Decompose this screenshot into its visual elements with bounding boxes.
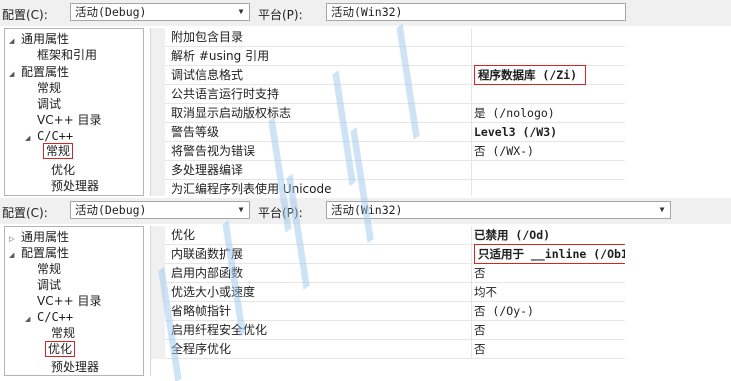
chevron-down-icon[interactable]: ▼ [235, 202, 247, 218]
tree-expanded-icon[interactable]: ◢ [25, 130, 37, 146]
tree-item-preprocessor[interactable]: 预处理器 [51, 178, 99, 194]
property-tree: ▷ 通用属性 ◢ 配置属性 常规 调试 VC++ 目录 ◢ C/C++ 常规 优化 预… [4, 226, 144, 376]
property-row[interactable]: 全程序优化否 [151, 340, 625, 359]
selected-node: 常规 [43, 143, 74, 159]
highlighted-value: 程序数据库 (/Zi) [474, 65, 587, 85]
tree-expanded-icon[interactable]: ◢ [25, 311, 37, 327]
tree-item-cpp[interactable]: ◢ C/C++ [25, 309, 73, 325]
chevron-down-icon[interactable]: ▼ [235, 4, 247, 20]
property-grid: 优化 已禁用 (/Od) 内联函数扩展 只适用于 __inline (/Ob1) 启… [150, 226, 625, 376]
property-row[interactable]: 内联函数扩展 只适用于 __inline (/Ob1) [151, 244, 625, 264]
tree-item-debugging[interactable]: 调试 [37, 277, 61, 293]
property-row[interactable]: 启用内部函数否 [151, 264, 625, 283]
property-row[interactable]: 多处理器编译 [151, 161, 625, 180]
tree-item-common-props[interactable]: ◢ 通用属性 [9, 31, 69, 47]
configuration-dropdown[interactable]: 活动(Debug) ▼ [70, 3, 250, 21]
configuration-label: 配置(C): [2, 8, 48, 22]
tree-item-cpp-optimization[interactable]: 优化 [45, 341, 76, 359]
tree-item-common-props[interactable]: ▷ 通用属性 [9, 229, 69, 245]
tree-item-debugging[interactable]: 调试 [37, 96, 61, 112]
property-row[interactable]: 启用纤程安全优化否 [151, 321, 625, 340]
tree-item-config-props[interactable]: ◢ 配置属性 [9, 245, 69, 261]
configuration-bar: 配置(C): 活动(Debug) ▼ 平台(P): 活动(Win32) [0, 0, 731, 26]
tree-item-cpp-optimization[interactable]: 优化 [51, 162, 75, 178]
tree-expanded-icon[interactable]: ◢ [9, 66, 21, 82]
tree-item-cpp[interactable]: ◢ C/C++ [25, 128, 73, 144]
property-row[interactable]: 将警告视为错误否 (/WX-) [151, 142, 625, 161]
configuration-bar: 配置(C): 活动(Debug) ▼ 平台(P): 活动(Win32) ▼ [0, 198, 731, 224]
tree-item-general[interactable]: 常规 [37, 80, 61, 96]
platform-dropdown[interactable]: 活动(Win32) [326, 3, 626, 21]
tree-item-preprocessor[interactable]: 预处理器 [51, 359, 99, 375]
tree-item-general[interactable]: 常规 [37, 261, 61, 277]
property-row[interactable]: 公共语言运行时支持 [151, 85, 625, 104]
selected-node: 优化 [45, 341, 76, 357]
property-row[interactable]: 附加包含目录 [151, 28, 625, 47]
platform-value: 活动(Win32) [331, 5, 403, 19]
tree-item-framework[interactable]: 框架和引用 [37, 47, 97, 63]
tree-item-config-props[interactable]: ◢ 配置属性 [9, 64, 69, 80]
property-row[interactable]: 优选大小或速度 均不 [151, 283, 625, 302]
tree-expanded-icon[interactable]: ◢ [9, 33, 21, 49]
platform-value: 活动(Win32) [331, 203, 403, 217]
tree-expanded-icon[interactable]: ◢ [9, 247, 21, 263]
platform-dropdown[interactable]: 活动(Win32) ▼ [326, 201, 671, 219]
property-row[interactable]: 省略帧指针否 (/Oy-) [151, 302, 625, 321]
property-row[interactable]: 为汇编程序列表使用 Unicode [151, 180, 625, 196]
property-grid: 附加包含目录 解析 #using 引用 调试信息格式 程序数据库 (/Zi) 公共… [150, 28, 625, 196]
configuration-value: 活动(Debug) [75, 203, 147, 217]
tree-item-cpp-general[interactable]: 常规 [43, 143, 74, 161]
property-tree: ◢ 通用属性 框架和引用 ◢ 配置属性 常规 调试 VC++ 目录 ◢ C/C++ 常… [4, 28, 144, 196]
property-pages-top: 配置(C): 活动(Debug) ▼ 平台(P): 活动(Win32) ◢ 通用属… [0, 0, 731, 196]
tree-item-vc-dirs[interactable]: VC++ 目录 [37, 293, 102, 309]
tree-item-cpp-general[interactable]: 常规 [51, 325, 75, 341]
property-row[interactable]: 优化 已禁用 (/Od) [151, 226, 625, 245]
tree-item-vc-dirs[interactable]: VC++ 目录 [37, 112, 102, 128]
property-row[interactable]: 警告等级 Level3 (/W3) [151, 123, 625, 142]
chevron-down-icon[interactable]: ▼ [656, 202, 668, 218]
property-pages-bottom: 配置(C): 活动(Debug) ▼ 平台(P): 活动(Win32) ▼ ▷ 通… [0, 198, 731, 378]
configuration-value: 活动(Debug) [75, 5, 147, 19]
platform-label: 平台(P): [258, 206, 303, 220]
property-row[interactable]: 解析 #using 引用 [151, 47, 625, 66]
property-row[interactable]: 取消显示启动版权标志是 (/nologo) [151, 104, 625, 123]
configuration-label: 配置(C): [2, 206, 48, 220]
platform-label: 平台(P): [258, 8, 303, 22]
highlighted-value: 只适用于 __inline (/Ob1) [474, 244, 625, 264]
configuration-dropdown[interactable]: 活动(Debug) ▼ [70, 201, 250, 219]
property-row[interactable]: 调试信息格式 程序数据库 (/Zi) [151, 65, 625, 85]
